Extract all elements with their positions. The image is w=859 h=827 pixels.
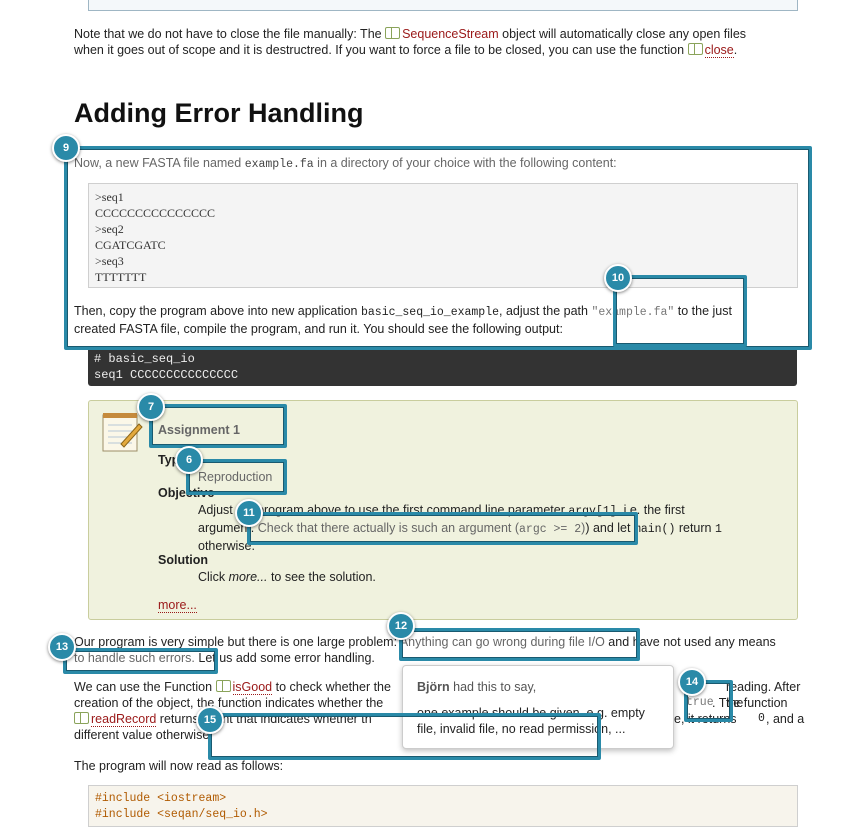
solution-label: Solution — [158, 553, 208, 567]
comment-header: had this to say, — [449, 680, 537, 694]
book-icon — [385, 27, 401, 39]
badge-9[interactable]: 9 — [52, 134, 80, 162]
notepad-icon — [101, 411, 143, 453]
program-paragraph: The program will now read as follows: — [74, 759, 284, 773]
output-line: seq1 CCCCCCCCCCCCCCC — [94, 368, 239, 382]
book-icon — [74, 712, 89, 724]
close-link[interactable]: close — [704, 43, 734, 58]
code-line: #include <iostream> — [95, 792, 227, 805]
badge-14[interactable]: 14 — [678, 668, 706, 696]
badge-11[interactable]: 11 — [235, 499, 263, 527]
output-code-block: # basic_seq_io seq1 CCCCCCCCCCCCCCC — [88, 347, 797, 386]
comment-author: Björn — [417, 680, 450, 694]
intro-paragraph: Note that we do not have to close the fi… — [74, 27, 747, 58]
badge-13[interactable]: 13 — [48, 633, 76, 661]
badge-7[interactable]: 7 — [137, 393, 165, 421]
readrecord-link[interactable]: readRecord — [91, 712, 157, 727]
badge-12[interactable]: 12 — [387, 612, 415, 640]
previous-code-box — [88, 0, 798, 11]
badge-10[interactable]: 10 — [604, 264, 632, 292]
code-line: #include <seqan/seq_io.h> — [95, 808, 268, 821]
highlight-10[interactable] — [613, 275, 747, 347]
bottom-code-block: #include <iostream> #include <seqan/seq_… — [88, 785, 798, 827]
highlight-12[interactable] — [399, 628, 640, 661]
highlight-15[interactable] — [208, 713, 601, 760]
highlight-7[interactable] — [149, 404, 287, 448]
more-link[interactable]: more... — [158, 598, 197, 613]
badge-15[interactable]: 15 — [196, 706, 224, 734]
sequencestream-link[interactable]: SequenceStream — [402, 27, 499, 41]
output-line: # basic_seq_io — [94, 352, 195, 366]
solution-text: Click more... to see the solution. — [198, 570, 376, 584]
isgood-link[interactable]: isGood — [232, 680, 273, 695]
highlight-11[interactable] — [247, 512, 638, 545]
book-icon — [687, 43, 703, 55]
book-icon — [215, 680, 231, 692]
highlight-13[interactable] — [63, 648, 218, 674]
badge-6[interactable]: 6 — [175, 446, 203, 474]
section-title: Adding Error Handling — [74, 98, 364, 128]
